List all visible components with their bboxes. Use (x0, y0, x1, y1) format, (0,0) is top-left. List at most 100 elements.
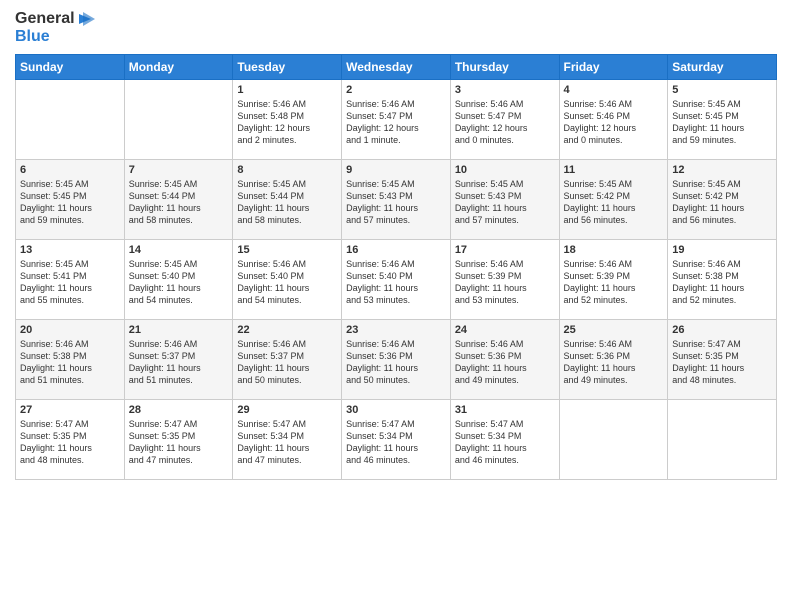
calendar-cell: 17 Sunrise: 5:46 AM Sunset: 5:39 PM Dayli… (450, 239, 559, 319)
day-number: 20 (20, 324, 120, 336)
day-number: 14 (129, 244, 229, 256)
day-content: Sunrise: 5:46 AM Sunset: 5:37 PM Dayligh… (129, 338, 229, 387)
day-content: Sunrise: 5:46 AM Sunset: 5:36 PM Dayligh… (564, 338, 664, 387)
day-content: Sunrise: 5:47 AM Sunset: 5:34 PM Dayligh… (455, 418, 555, 467)
day-content: Sunrise: 5:45 AM Sunset: 5:44 PM Dayligh… (237, 178, 337, 227)
calendar-cell: 21Sunrise: 5:46 AM Sunset: 5:37 PM Dayli… (124, 319, 233, 399)
day-content: Sunrise: 5:46 AM Sunset: 5:48 PM Dayligh… (237, 98, 337, 147)
week-row-1: 6 Sunrise: 5:45 AM Sunset: 5:45 PM Daylig… (16, 159, 777, 239)
day-content: Sunrise: 5:45 AM Sunset: 5:44 PM Dayligh… (129, 178, 229, 227)
header-cell-monday: Monday (124, 54, 233, 79)
day-content: Sunrise: 5:46 AM Sunset: 5:39 PM Dayligh… (455, 258, 555, 307)
calendar-cell: 6 Sunrise: 5:45 AM Sunset: 5:45 PM Daylig… (16, 159, 125, 239)
calendar-cell: 15 Sunrise: 5:46 AM Sunset: 5:40 PM Dayli… (233, 239, 342, 319)
day-content: Sunrise: 5:47 AM Sunset: 5:35 PM Dayligh… (20, 418, 120, 467)
calendar-cell: 25 Sunrise: 5:46 AM Sunset: 5:36 PM Dayli… (559, 319, 668, 399)
calendar-cell: 19Sunrise: 5:46 AM Sunset: 5:38 PM Dayli… (668, 239, 777, 319)
day-number: 15 (237, 244, 337, 256)
day-number: 31 (455, 404, 555, 416)
day-content: Sunrise: 5:46 AM Sunset: 5:46 PM Dayligh… (564, 98, 664, 147)
calendar-cell: 2 Sunrise: 5:46 AM Sunset: 5:47 PM Daylig… (342, 79, 451, 159)
day-number: 17 (455, 244, 555, 256)
week-row-2: 13Sunrise: 5:45 AM Sunset: 5:41 PM Dayli… (16, 239, 777, 319)
logo-general: General (15, 10, 75, 28)
calendar-cell: 18 Sunrise: 5:46 AM Sunset: 5:39 PM Dayli… (559, 239, 668, 319)
day-number: 18 (564, 244, 664, 256)
calendar-cell: 28Sunrise: 5:47 AM Sunset: 5:35 PM Dayli… (124, 399, 233, 479)
day-number: 9 (346, 164, 446, 176)
calendar-cell: 24 Sunrise: 5:46 AM Sunset: 5:36 PM Dayli… (450, 319, 559, 399)
calendar-cell: 7 Sunrise: 5:45 AM Sunset: 5:44 PM Daylig… (124, 159, 233, 239)
day-number: 26 (672, 324, 772, 336)
logo-text-block: General Blue (15, 10, 95, 46)
day-number: 3 (455, 84, 555, 96)
calendar-cell: 20 Sunrise: 5:46 AM Sunset: 5:38 PM Dayli… (16, 319, 125, 399)
day-content: Sunrise: 5:46 AM Sunset: 5:38 PM Dayligh… (672, 258, 772, 307)
header-row: SundayMondayTuesdayWednesdayThursdayFrid… (16, 54, 777, 79)
calendar-header: SundayMondayTuesdayWednesdayThursdayFrid… (16, 54, 777, 79)
logo-arrow-icon (77, 10, 95, 28)
day-content: Sunrise: 5:47 AM Sunset: 5:34 PM Dayligh… (346, 418, 446, 467)
day-content: Sunrise: 5:45 AM Sunset: 5:41 PM Dayligh… (20, 258, 120, 307)
day-number: 2 (346, 84, 446, 96)
day-content: Sunrise: 5:47 AM Sunset: 5:34 PM Dayligh… (237, 418, 337, 467)
calendar-cell: 14 Sunrise: 5:45 AM Sunset: 5:40 PM Dayli… (124, 239, 233, 319)
day-number: 4 (564, 84, 664, 96)
day-number: 7 (129, 164, 229, 176)
day-number: 24 (455, 324, 555, 336)
day-content: Sunrise: 5:46 AM Sunset: 5:39 PM Dayligh… (564, 258, 664, 307)
day-number: 28 (129, 404, 229, 416)
day-number: 30 (346, 404, 446, 416)
calendar-body: 1Sunrise: 5:46 AM Sunset: 5:48 PM Daylig… (16, 79, 777, 479)
page: General Blue SundayMondayTuesdayWednesda… (0, 0, 792, 612)
day-number: 11 (564, 164, 664, 176)
header-cell-wednesday: Wednesday (342, 54, 451, 79)
calendar-cell: 31 Sunrise: 5:47 AM Sunset: 5:34 PM Dayli… (450, 399, 559, 479)
calendar-cell (16, 79, 125, 159)
header-cell-friday: Friday (559, 54, 668, 79)
day-content: Sunrise: 5:45 AM Sunset: 5:45 PM Dayligh… (672, 98, 772, 147)
day-content: Sunrise: 5:46 AM Sunset: 5:36 PM Dayligh… (455, 338, 555, 387)
day-number: 6 (20, 164, 120, 176)
calendar-cell: 23Sunrise: 5:46 AM Sunset: 5:36 PM Dayli… (342, 319, 451, 399)
day-number: 25 (564, 324, 664, 336)
calendar-cell: 9Sunrise: 5:45 AM Sunset: 5:43 PM Daylig… (342, 159, 451, 239)
day-content: Sunrise: 5:45 AM Sunset: 5:45 PM Dayligh… (20, 178, 120, 227)
day-content: Sunrise: 5:47 AM Sunset: 5:35 PM Dayligh… (672, 338, 772, 387)
header-cell-saturday: Saturday (668, 54, 777, 79)
day-number: 29 (237, 404, 337, 416)
header-cell-sunday: Sunday (16, 54, 125, 79)
calendar-cell (559, 399, 668, 479)
day-content: Sunrise: 5:46 AM Sunset: 5:40 PM Dayligh… (237, 258, 337, 307)
day-content: Sunrise: 5:46 AM Sunset: 5:47 PM Dayligh… (346, 98, 446, 147)
day-number: 27 (20, 404, 120, 416)
logo: General Blue (15, 10, 95, 46)
calendar-cell: 30 Sunrise: 5:47 AM Sunset: 5:34 PM Dayli… (342, 399, 451, 479)
day-number: 16 (346, 244, 446, 256)
day-number: 5 (672, 84, 772, 96)
day-content: Sunrise: 5:46 AM Sunset: 5:38 PM Dayligh… (20, 338, 120, 387)
calendar-cell: 11Sunrise: 5:45 AM Sunset: 5:42 PM Dayli… (559, 159, 668, 239)
calendar-cell: 10Sunrise: 5:45 AM Sunset: 5:43 PM Dayli… (450, 159, 559, 239)
day-number: 8 (237, 164, 337, 176)
header-cell-thursday: Thursday (450, 54, 559, 79)
day-content: Sunrise: 5:45 AM Sunset: 5:40 PM Dayligh… (129, 258, 229, 307)
header-cell-tuesday: Tuesday (233, 54, 342, 79)
day-content: Sunrise: 5:46 AM Sunset: 5:40 PM Dayligh… (346, 258, 446, 307)
calendar-table: SundayMondayTuesdayWednesdayThursdayFrid… (15, 54, 777, 480)
header: General Blue (15, 10, 777, 46)
calendar-cell: 5 Sunrise: 5:45 AM Sunset: 5:45 PM Daylig… (668, 79, 777, 159)
day-number: 22 (237, 324, 337, 336)
day-content: Sunrise: 5:46 AM Sunset: 5:37 PM Dayligh… (237, 338, 337, 387)
logo-blue: Blue (15, 28, 50, 46)
day-content: Sunrise: 5:46 AM Sunset: 5:36 PM Dayligh… (346, 338, 446, 387)
calendar-cell: 22 Sunrise: 5:46 AM Sunset: 5:37 PM Dayli… (233, 319, 342, 399)
week-row-3: 20 Sunrise: 5:46 AM Sunset: 5:38 PM Dayli… (16, 319, 777, 399)
calendar-cell: 29 Sunrise: 5:47 AM Sunset: 5:34 PM Dayli… (233, 399, 342, 479)
week-row-4: 27 Sunrise: 5:47 AM Sunset: 5:35 PM Dayli… (16, 399, 777, 479)
calendar-cell: 3Sunrise: 5:46 AM Sunset: 5:47 PM Daylig… (450, 79, 559, 159)
week-row-0: 1Sunrise: 5:46 AM Sunset: 5:48 PM Daylig… (16, 79, 777, 159)
calendar-cell: 4 Sunrise: 5:46 AM Sunset: 5:46 PM Daylig… (559, 79, 668, 159)
day-content: Sunrise: 5:45 AM Sunset: 5:43 PM Dayligh… (455, 178, 555, 227)
calendar-cell: 12Sunrise: 5:45 AM Sunset: 5:42 PM Dayli… (668, 159, 777, 239)
